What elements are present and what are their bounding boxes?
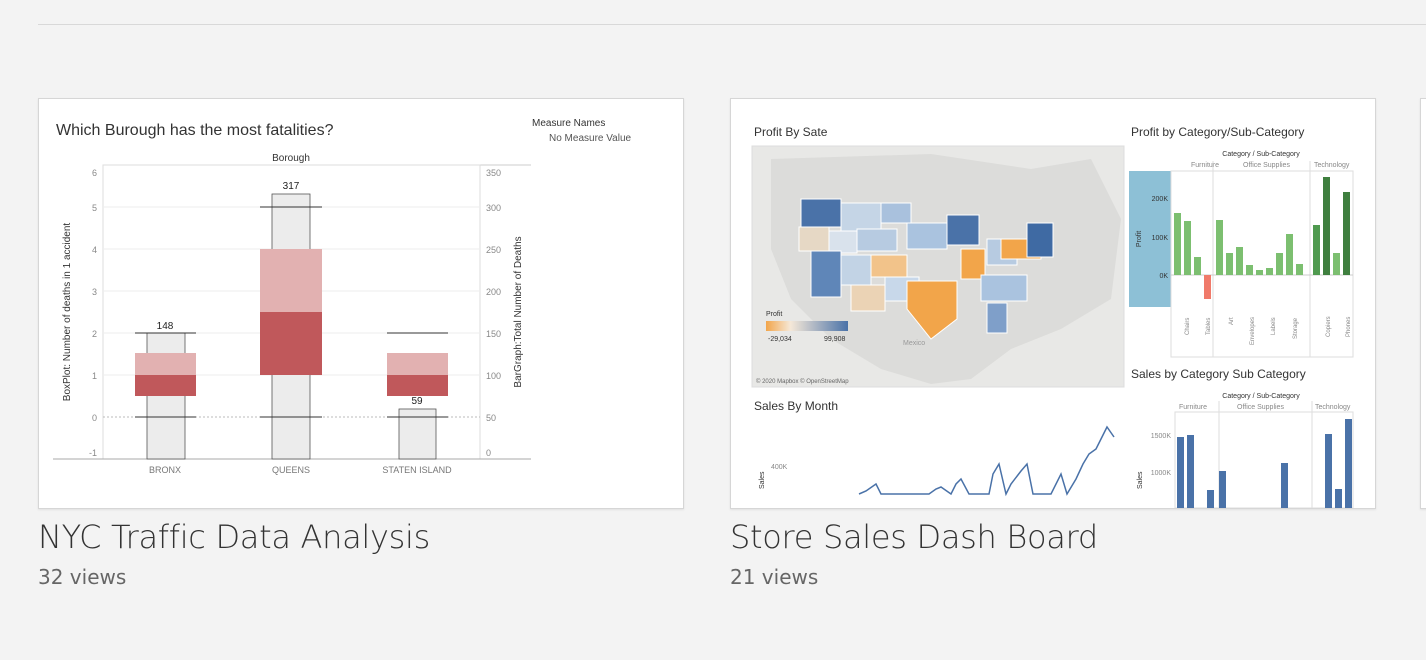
box-lower <box>387 375 448 396</box>
left-tick: -1 <box>89 448 97 458</box>
profit-bars <box>1174 177 1350 299</box>
profit-category: Furniture <box>1191 162 1219 169</box>
sales-sub-category: Furniture <box>1179 404 1207 411</box>
right-tick: 100 <box>486 371 501 381</box>
nyc-chart-title: Which Burough has the most fatalities? <box>56 122 334 139</box>
sales-sub-tick: 1000K <box>1151 470 1172 477</box>
sales-month-line <box>858 425 1115 497</box>
sales-month-axis: Sales <box>759 471 766 489</box>
profit-tick: 200K <box>1152 196 1169 203</box>
left-tick: 3 <box>92 287 97 297</box>
bar-label: 317 <box>283 181 300 192</box>
workbook-title-nyc[interactable]: NYC Traffic Data Analysis <box>38 518 430 556</box>
profit-axis-label: Profit <box>1136 231 1143 247</box>
right-tick: 300 <box>486 203 501 213</box>
bar-label: 59 <box>411 396 423 407</box>
profit-tick: 100K <box>1152 235 1169 242</box>
workbook-thumbnail-store-sales[interactable]: Profit By Sate Profit -29,034 99,908 Mex… <box>730 98 1376 509</box>
workbook-title-store-sales[interactable]: Store Sales Dash Board <box>730 518 1098 556</box>
left-tick: 1 <box>92 371 97 381</box>
map-credit: © 2020 Mapbox © OpenStreetMap <box>756 378 849 385</box>
workbook-views-nyc: 32 views <box>38 565 127 589</box>
box-upper <box>135 353 196 375</box>
map-title: Profit By Sate <box>754 125 828 139</box>
subcategory-label: Labels <box>1271 317 1277 335</box>
workbook-views-store-sales: 21 views <box>730 565 819 589</box>
subcategory-label: Phones <box>1346 317 1352 337</box>
map-legend-min: -29,034 <box>768 336 792 343</box>
sales-sub-tick: 1500K <box>1151 433 1172 440</box>
left-tick: 6 <box>92 168 97 178</box>
left-tick: 0 <box>92 413 97 423</box>
profit-category: Office Supplies <box>1243 162 1290 169</box>
left-tick: 2 <box>92 329 97 339</box>
right-tick: 250 <box>486 245 501 255</box>
map-country-label: Mexico <box>903 340 925 347</box>
legend-title: Measure Names <box>532 118 605 129</box>
profit-category: Technology <box>1314 162 1350 169</box>
box-upper <box>387 353 448 375</box>
subcategory-label: Chairs <box>1185 318 1191 335</box>
subcategory-label: Envelopes <box>1250 317 1256 345</box>
right-tick: 150 <box>486 329 501 339</box>
legend-value: No Measure Value <box>549 133 632 144</box>
workbook-thumbnail-partial[interactable] <box>1420 98 1426 509</box>
box-lower <box>135 375 196 396</box>
right-tick: 50 <box>486 413 496 423</box>
sales-sub-header: Category / Sub-Category <box>1222 393 1300 400</box>
store-sales-preview: Profit By Sate Profit -29,034 99,908 Mex… <box>751 125 1354 508</box>
column-header: Borough <box>272 153 310 164</box>
sales-month-title: Sales By Month <box>754 399 838 413</box>
nyc-chart-preview: Which Burough has the most fatalities? M… <box>53 118 632 475</box>
subcategory-label: Art <box>1229 317 1235 325</box>
right-tick: 350 <box>486 168 501 178</box>
sales-sub-category: Office Supplies <box>1237 404 1284 411</box>
right-axis-label: BarGraph:Total Number of Deaths <box>513 236 524 387</box>
category-label: STATEN ISLAND <box>382 465 452 475</box>
left-tick: 4 <box>92 245 97 255</box>
sales-sub-axis: Sales <box>1137 471 1144 489</box>
map-legend-max: 99,908 <box>824 336 846 343</box>
sales-sub-category: Technology <box>1315 404 1351 411</box>
box-lower <box>260 312 322 375</box>
sales-month-tick: 400K <box>771 464 788 471</box>
profit-category-header: Category / Sub-Category <box>1222 151 1300 158</box>
sales-sub-title: Sales by Category Sub Category <box>1131 367 1306 381</box>
right-tick: 0 <box>486 448 491 458</box>
map-legend-title: Profit <box>766 311 782 318</box>
profit-title: Profit by Category/Sub-Category <box>1131 125 1304 139</box>
profit-tick: 0K <box>1159 273 1168 280</box>
workbook-thumbnail-nyc[interactable]: Which Burough has the most fatalities? M… <box>38 98 684 509</box>
right-tick: 200 <box>486 287 501 297</box>
sales-sub-bars <box>1177 419 1352 508</box>
category-label: QUEENS <box>272 465 310 475</box>
left-axis-label: BoxPlot: Number of deaths in 1 accident <box>62 223 73 402</box>
category-label: BRONX <box>149 465 181 475</box>
subcategory-label: Tables <box>1206 318 1212 335</box>
top-divider <box>38 24 1426 25</box>
subcategory-label: Storage <box>1293 317 1299 339</box>
subcategory-label: Copiers <box>1326 316 1332 337</box>
profit-map: Profit -29,034 99,908 Mexico © 2020 Mapb… <box>751 145 1125 388</box>
bar-label: 148 <box>157 321 174 332</box>
left-tick: 5 <box>92 203 97 213</box>
box-upper <box>260 249 322 312</box>
